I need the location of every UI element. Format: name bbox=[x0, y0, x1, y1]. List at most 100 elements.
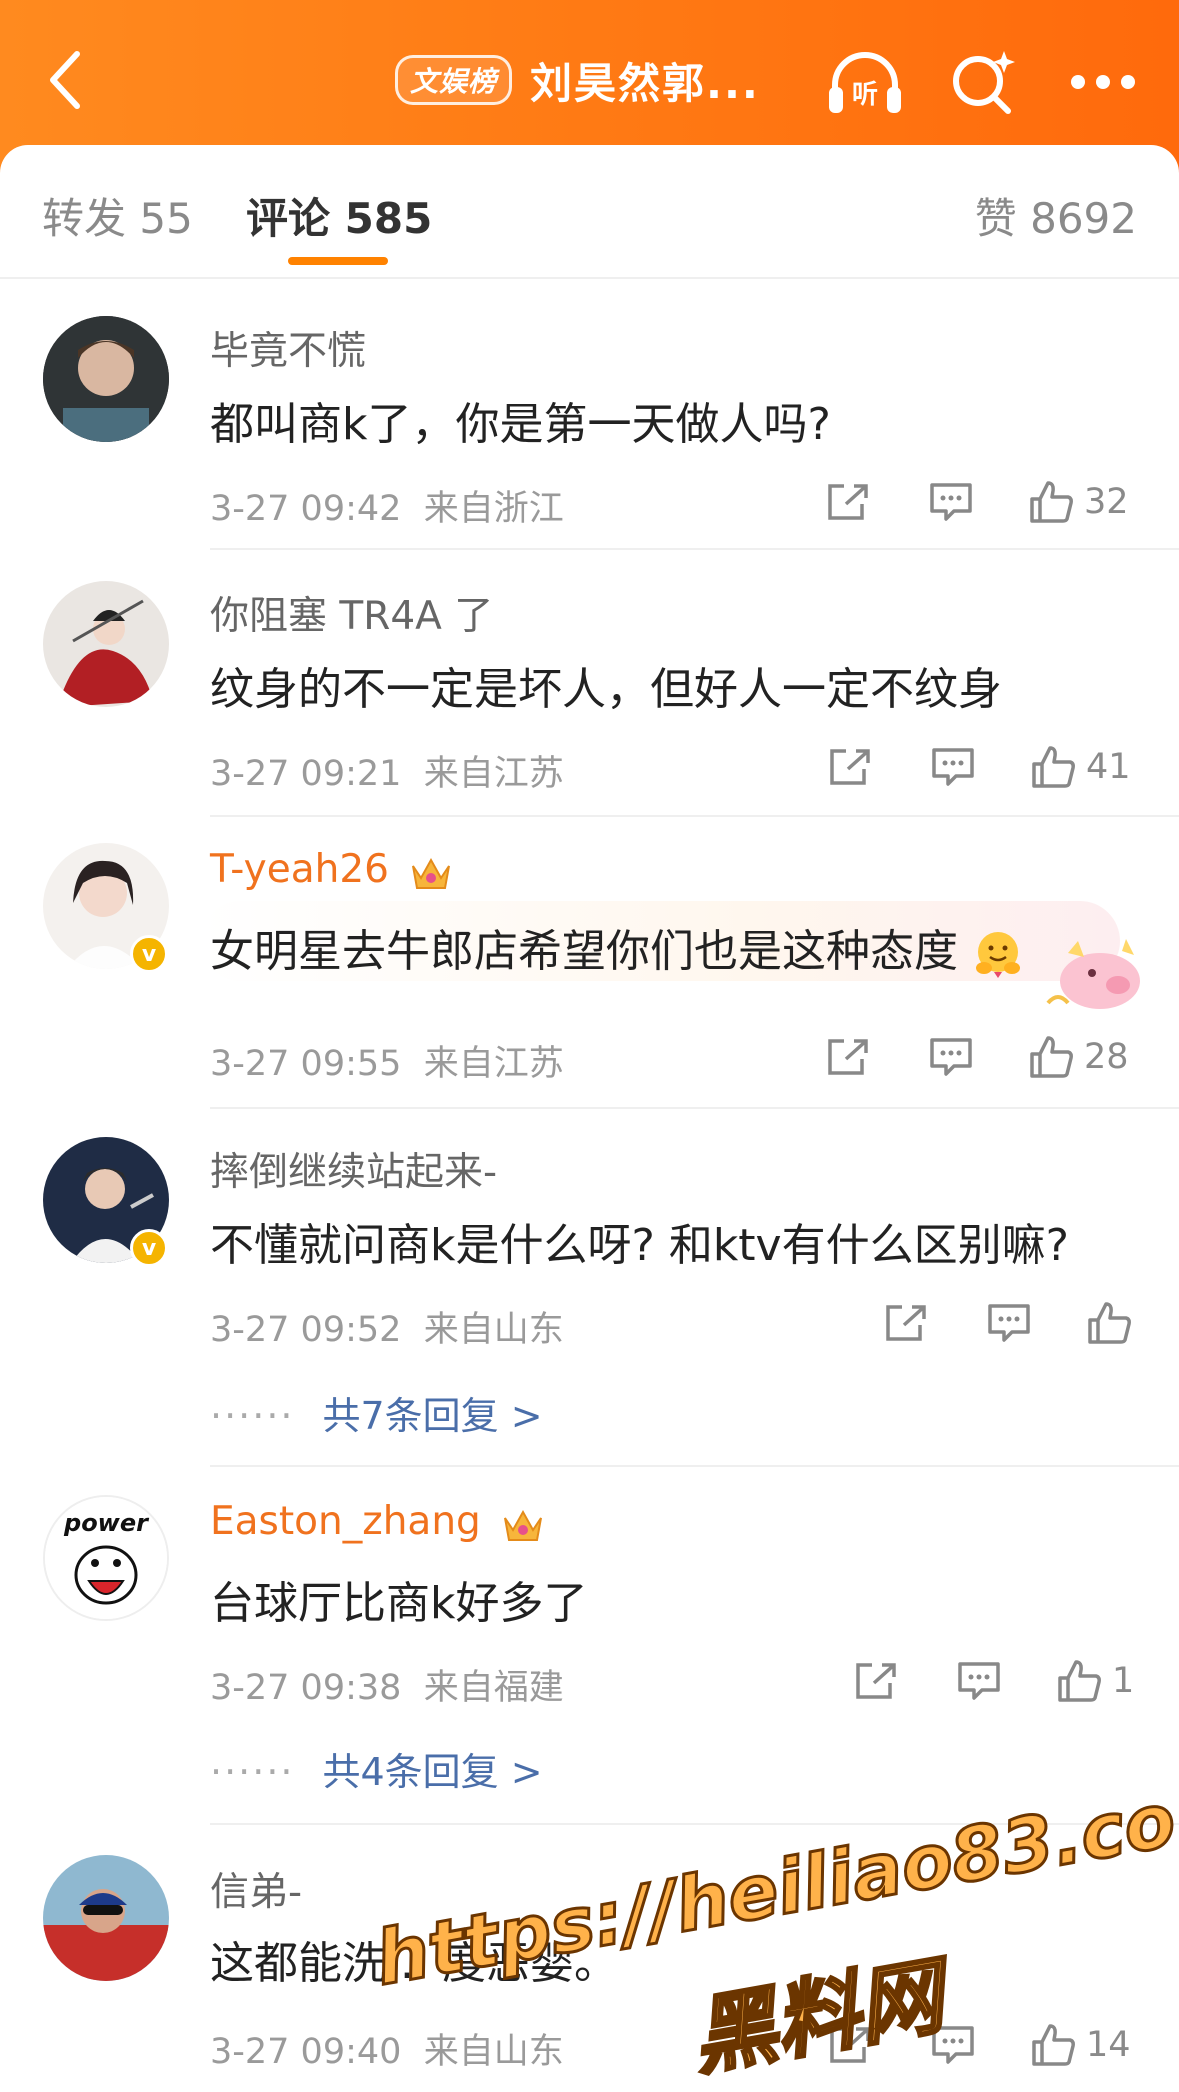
avatar[interactable] bbox=[43, 581, 169, 707]
divider bbox=[210, 815, 1179, 817]
reply-button[interactable] bbox=[928, 1029, 974, 1085]
divider bbox=[210, 1107, 1179, 1109]
reply-button[interactable] bbox=[928, 474, 974, 530]
pig-sticker-icon bbox=[1046, 939, 1140, 1009]
back-button[interactable] bbox=[30, 40, 100, 120]
back-chevron-icon bbox=[50, 51, 80, 109]
comment-time: 3-27 09:42 bbox=[210, 489, 402, 529]
tab-reposts[interactable]: 转发 55 bbox=[42, 185, 193, 246]
comment-time: 3-27 09:55 bbox=[210, 1044, 402, 1084]
view-replies-link[interactable]: ······ 共4条回复 > bbox=[210, 1741, 543, 1796]
share-button[interactable] bbox=[826, 474, 870, 530]
replies-count: 共4条回复 > bbox=[322, 1750, 543, 1794]
page-title: 刘昊然郭... bbox=[530, 58, 760, 108]
like-thumb-icon bbox=[1032, 2024, 1075, 2066]
tab-comments[interactable]: 评论 585 bbox=[246, 185, 432, 246]
like-button[interactable]: 1 bbox=[1056, 1653, 1134, 1709]
listen-headphones-icon: 听 bbox=[829, 52, 901, 113]
share-button[interactable] bbox=[828, 739, 872, 795]
username[interactable]: Easton_zhang bbox=[210, 1499, 545, 1544]
like-thumb-icon bbox=[1088, 1302, 1131, 1344]
comment-icon bbox=[930, 483, 972, 521]
verified-badge: v bbox=[130, 1229, 168, 1267]
active-tab-indicator bbox=[288, 257, 388, 265]
comment-icon bbox=[930, 1038, 972, 1076]
share-icon bbox=[828, 1039, 868, 1075]
comment-text: 台球厅比商k好多了 bbox=[210, 1578, 588, 1629]
like-button[interactable]: 28 bbox=[1028, 1029, 1129, 1085]
share-icon bbox=[886, 1305, 926, 1341]
like-button[interactable]: 41 bbox=[1030, 739, 1131, 795]
comment-meta: 3-27 09:42 来自浙江 bbox=[210, 480, 564, 531]
more-dots-icon bbox=[1071, 75, 1135, 89]
comment-time: 3-27 09:21 bbox=[210, 754, 402, 794]
reply-button[interactable] bbox=[986, 1295, 1032, 1351]
username[interactable]: T-yeah26 bbox=[210, 847, 453, 892]
replies-dots: ······ bbox=[210, 1750, 295, 1794]
like-count: 1 bbox=[1112, 1661, 1135, 1701]
like-count: 28 bbox=[1084, 1037, 1129, 1077]
svg-text:power: power bbox=[63, 1509, 150, 1537]
topic-title[interactable]: 文娱榜 刘昊然郭... bbox=[395, 50, 760, 110]
comment-location: 来自江苏 bbox=[423, 754, 564, 794]
svg-text:听: 听 bbox=[852, 80, 878, 110]
username-text: T-yeah26 bbox=[210, 847, 389, 892]
tab-bar: 转发 55 评论 585 赞 8692 bbox=[0, 145, 1179, 279]
username[interactable]: 摔倒继续站起来- bbox=[210, 1141, 497, 1197]
search-button[interactable] bbox=[938, 42, 1028, 122]
like-button[interactable] bbox=[1086, 1295, 1132, 1351]
listen-button[interactable]: 听 bbox=[820, 42, 910, 122]
like-button[interactable]: 14 bbox=[1030, 2017, 1131, 2073]
comment-meta: 3-27 09:55 来自江苏 bbox=[210, 1035, 564, 1086]
like-thumb-icon bbox=[1058, 1660, 1101, 1702]
username[interactable]: 毕竟不慌 bbox=[210, 320, 366, 376]
like-count: 14 bbox=[1086, 2025, 1131, 2065]
avatar[interactable] bbox=[43, 316, 169, 442]
crown-icon bbox=[504, 1509, 543, 1541]
comment-time: 3-27 09:52 bbox=[210, 1310, 402, 1350]
comment-location: 来自江苏 bbox=[423, 1044, 564, 1084]
comment-meta: 3-27 09:38 来自福建 bbox=[210, 1659, 564, 1710]
avatar[interactable]: power bbox=[43, 1495, 169, 1621]
hug-emoji-icon bbox=[976, 932, 1020, 978]
share-icon bbox=[830, 749, 870, 785]
comment-meta: 3-27 09:21 来自江苏 bbox=[210, 745, 564, 796]
share-button[interactable] bbox=[854, 1653, 898, 1709]
divider bbox=[210, 1465, 1179, 1467]
like-thumb-icon bbox=[1030, 481, 1073, 523]
comment-meta: 3-27 09:52 来自山东 bbox=[210, 1301, 564, 1352]
username[interactable]: 信弟- bbox=[210, 1861, 302, 1917]
search-sparkle-icon bbox=[953, 51, 1015, 114]
share-button[interactable] bbox=[826, 1029, 870, 1085]
comment-location: 来自福建 bbox=[423, 1668, 564, 1708]
share-button[interactable] bbox=[884, 1295, 928, 1351]
comment-time: 3-27 09:40 bbox=[210, 2032, 402, 2072]
share-icon bbox=[828, 484, 868, 520]
comment-icon bbox=[988, 1304, 1030, 1342]
comment-location: 来自山东 bbox=[423, 1310, 564, 1350]
comment-location: 来自山东 bbox=[423, 2032, 564, 2072]
like-button[interactable]: 32 bbox=[1028, 474, 1129, 530]
ranking-badge: 文娱榜 bbox=[395, 55, 513, 105]
divider bbox=[210, 548, 1179, 550]
verified-v-icon: v bbox=[141, 941, 157, 967]
tab-likes[interactable]: 赞 8692 bbox=[975, 185, 1137, 246]
more-button[interactable] bbox=[1058, 42, 1148, 122]
comment-icon bbox=[958, 1662, 1000, 1700]
reply-button[interactable] bbox=[956, 1653, 1002, 1709]
avatar[interactable] bbox=[43, 1855, 169, 1981]
verified-v-icon: v bbox=[141, 1235, 157, 1261]
username[interactable]: 你阻塞 TR4A 了 bbox=[210, 585, 493, 641]
comment-time: 3-27 09:38 bbox=[210, 1668, 402, 1708]
username-text: Easton_zhang bbox=[210, 1499, 481, 1544]
replies-dots: ······ bbox=[210, 1394, 295, 1438]
comment-text: 纹身的不一定是坏人，但好人一定不纹身 bbox=[210, 664, 1002, 715]
replies-count: 共7条回复 > bbox=[322, 1394, 543, 1438]
comment-text: 不懂就问商k是什么呀? 和ktv有什么区别嘛? bbox=[210, 1220, 1069, 1271]
comment-icon bbox=[932, 748, 974, 786]
reply-button[interactable] bbox=[930, 739, 976, 795]
crown-icon bbox=[412, 857, 451, 889]
view-replies-link[interactable]: ······ 共7条回复 > bbox=[210, 1385, 543, 1440]
comment-meta: 3-27 09:40 来自山东 bbox=[210, 2023, 564, 2074]
comment-text: 女明星去牛郎店希望你们也是这种态度 bbox=[210, 915, 1024, 980]
